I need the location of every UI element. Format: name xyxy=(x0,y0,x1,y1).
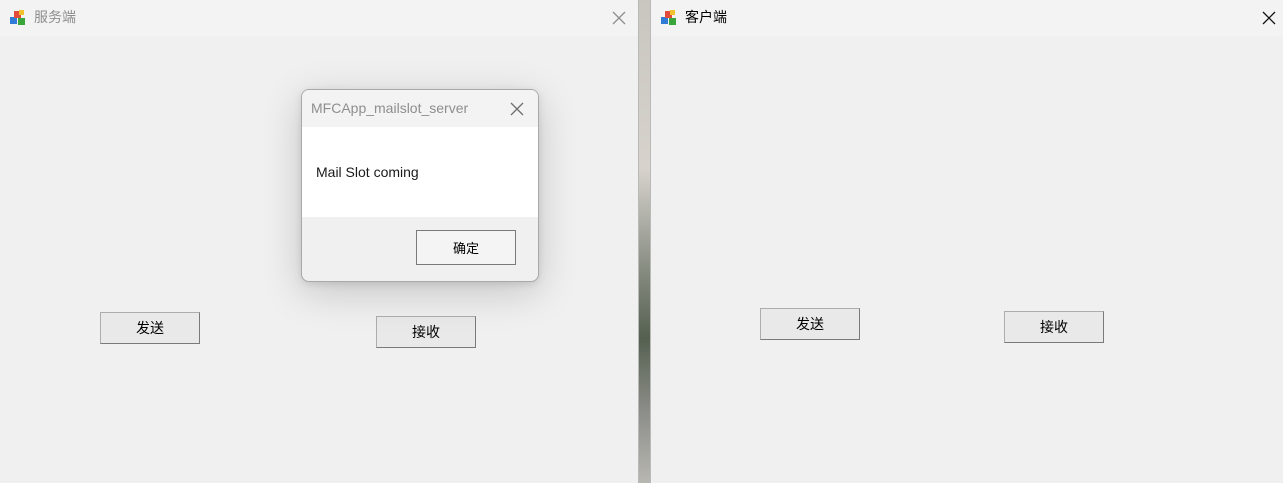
ok-button[interactable]: 确定 xyxy=(416,230,516,265)
desktop-wallpaper-strip xyxy=(638,0,650,483)
server-window: 服务端 发送 接收 MFCApp_mailslot_server Mail Sl… xyxy=(0,0,639,483)
close-icon[interactable] xyxy=(609,8,629,28)
client-receive-button[interactable]: 接收 xyxy=(1004,311,1104,343)
client-window: 客户端 发送 接收 xyxy=(650,0,1283,483)
server-window-title: 服务端 xyxy=(34,10,76,26)
app-icon xyxy=(10,10,25,25)
close-icon[interactable] xyxy=(507,99,527,119)
message-box-body: Mail Slot coming xyxy=(302,127,538,217)
server-titlebar[interactable]: 服务端 xyxy=(0,0,638,36)
server-send-button[interactable]: 发送 xyxy=(100,312,200,344)
client-send-button[interactable]: 发送 xyxy=(760,308,860,340)
message-box-title: MFCApp_mailslot_server xyxy=(311,100,469,116)
message-text: Mail Slot coming xyxy=(316,164,419,180)
client-window-title: 客户端 xyxy=(685,10,727,26)
client-titlebar[interactable]: 客户端 xyxy=(651,0,1283,36)
close-icon[interactable] xyxy=(1259,8,1279,28)
message-box-titlebar[interactable]: MFCApp_mailslot_server xyxy=(302,90,538,127)
server-receive-button[interactable]: 接收 xyxy=(376,316,476,348)
app-icon xyxy=(661,10,676,25)
message-box: MFCApp_mailslot_server Mail Slot coming … xyxy=(301,89,539,282)
